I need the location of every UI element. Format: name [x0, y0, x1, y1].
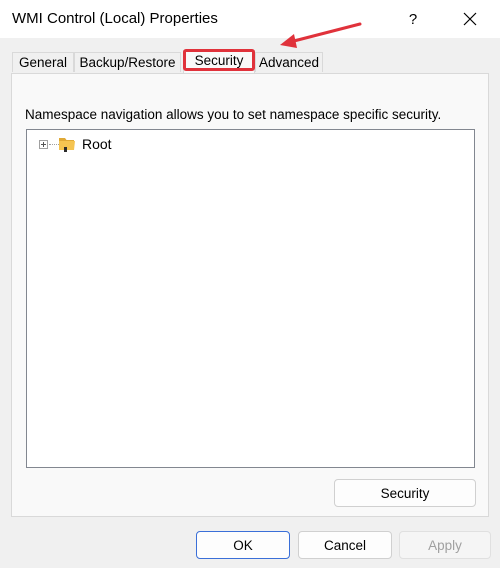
namespace-tree[interactable]: Root	[26, 129, 475, 468]
apply-button[interactable]: Apply	[399, 531, 491, 559]
tree-item-root[interactable]: Root	[82, 136, 112, 152]
folder-icon	[59, 138, 75, 152]
security-button[interactable]: Security	[334, 479, 476, 507]
tab-general[interactable]: General	[12, 52, 74, 72]
ok-button[interactable]: OK	[196, 531, 290, 559]
tab-advanced[interactable]: Advanced	[255, 52, 323, 72]
tab-strip: General Backup/Restore Security Advanced	[0, 50, 500, 74]
cancel-button[interactable]: Cancel	[298, 531, 392, 559]
expand-icon[interactable]	[39, 140, 48, 149]
namespace-description: Namespace navigation allows you to set n…	[25, 107, 442, 122]
tab-backup-restore[interactable]: Backup/Restore	[74, 52, 181, 72]
annotation-arrow-icon	[280, 22, 362, 48]
help-button[interactable]: ?	[396, 3, 430, 35]
tab-security[interactable]: Security	[183, 50, 255, 74]
close-icon	[463, 12, 477, 26]
close-button[interactable]	[452, 3, 488, 35]
title-bar: WMI Control (Local) Properties ?	[0, 0, 500, 38]
window-title: WMI Control (Local) Properties	[12, 10, 218, 27]
